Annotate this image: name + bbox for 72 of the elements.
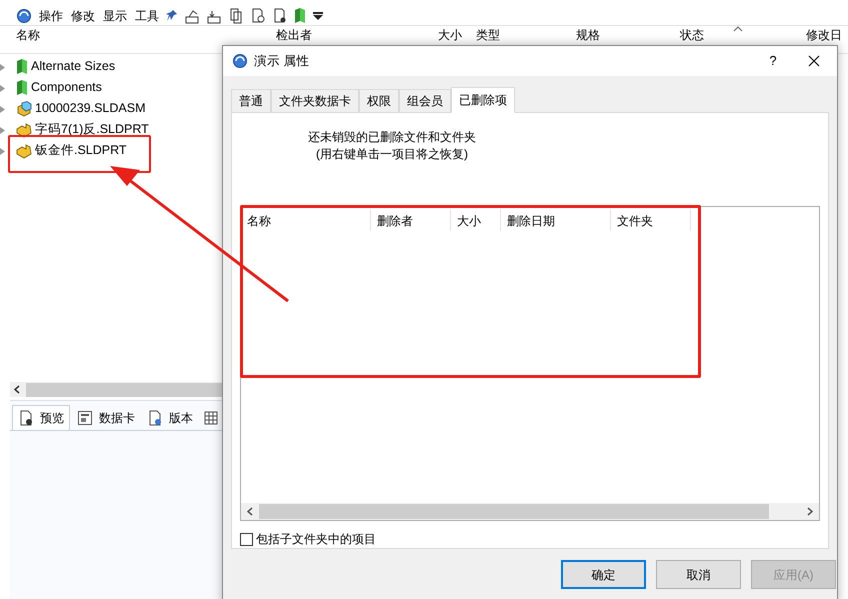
folder-icon <box>16 59 28 74</box>
info-text: (用右键单击一项目将之恢复) <box>316 146 468 163</box>
info-text: 还未销毁的已删除文件和文件夹 <box>308 129 476 146</box>
scroll-left-icon[interactable] <box>14 385 20 394</box>
dialog-tab[interactable]: 文件夹数据卡 <box>271 89 359 112</box>
dialog-tab[interactable]: 组会员 <box>399 89 451 112</box>
panel-tab[interactable]: 数据卡 <box>72 405 140 430</box>
file-row[interactable]: 钣金件.SLDPRT <box>16 140 149 161</box>
menu-item[interactable]: 修改 <box>70 6 96 24</box>
file-name: 10000239.SLDASM <box>35 100 146 118</box>
folder-icon <box>16 80 28 95</box>
checkbox[interactable] <box>240 532 253 546</box>
column-header[interactable]: 状态 <box>680 28 704 42</box>
file-name: Components <box>31 79 102 96</box>
column-header[interactable]: 类型 <box>476 28 500 42</box>
expand-arrow-icon[interactable] <box>0 85 5 92</box>
dialog-button[interactable]: 确定 <box>561 560 646 589</box>
document-clock-icon[interactable] <box>250 8 266 24</box>
assembly-icon <box>16 100 32 116</box>
checkbox-label: 包括子文件夹中的项目 <box>256 531 376 548</box>
file-row[interactable]: 字码7(1)反.SLDPRT <box>16 119 149 140</box>
dialog-tab[interactable]: 普通 <box>231 89 271 112</box>
expand-arrow-icon[interactable] <box>0 148 5 155</box>
file-row[interactable]: 10000239.SLDASM <box>16 98 149 119</box>
file-name: 字码7(1)反.SLDPRT <box>35 121 149 138</box>
folder-icon[interactable] <box>294 8 306 23</box>
part-icon <box>16 142 32 158</box>
menu-item[interactable]: 操作 <box>38 6 64 24</box>
help-button[interactable]: ? <box>755 51 791 71</box>
panel-tab[interactable]: 预览 <box>12 405 70 430</box>
column-header[interactable]: 名称 <box>16 28 40 42</box>
dialog-tab[interactable]: 权限 <box>359 89 399 112</box>
menu-item[interactable]: 显示 <box>102 6 128 24</box>
column-header[interactable]: 大小 <box>372 28 462 42</box>
close-icon <box>808 55 820 67</box>
panel-tab[interactable]: 版本 <box>142 405 198 430</box>
table-icon[interactable] <box>204 411 218 425</box>
document-eye-icon[interactable] <box>272 8 288 24</box>
column-header[interactable]: 修改日 <box>806 28 842 42</box>
scrollbar-thumb[interactable] <box>26 382 225 396</box>
scroll-left-icon[interactable] <box>247 507 253 516</box>
column-header[interactable]: 检出者 <box>276 28 312 42</box>
menu-item[interactable]: 工具 <box>134 6 160 24</box>
document-clock-icon <box>147 410 163 426</box>
document-eye-icon <box>18 410 34 426</box>
scrollbar-thumb[interactable] <box>259 504 769 519</box>
file-row[interactable]: Alternate Sizes <box>16 56 149 77</box>
app-logo-icon <box>232 53 248 69</box>
sort-caret-icon <box>733 26 743 32</box>
dialog-title: 演示 属性 <box>254 52 310 70</box>
dialog-tab[interactable]: 已删除项 <box>451 87 515 113</box>
column-header[interactable]: 删除日期 <box>501 209 611 231</box>
scroll-right-icon[interactable] <box>807 507 813 516</box>
column-header[interactable]: 删除者 <box>371 209 451 231</box>
file-name: 钣金件.SLDPRT <box>35 142 127 160</box>
check-out-icon[interactable] <box>184 8 200 24</box>
file-name: Alternate Sizes <box>31 58 116 76</box>
card-icon <box>77 410 93 426</box>
file-row[interactable]: Components <box>16 77 149 98</box>
expand-arrow-icon[interactable] <box>0 106 5 113</box>
pin-icon[interactable] <box>166 8 178 22</box>
column-header[interactable]: 大小 <box>451 209 501 231</box>
document-copy-icon[interactable] <box>228 8 244 24</box>
refresh-icon[interactable] <box>16 8 32 24</box>
part-icon <box>16 122 32 138</box>
dropdown-icon[interactable] <box>312 10 324 20</box>
column-header[interactable]: 文件夹 <box>611 209 691 231</box>
dialog-button[interactable]: 取消 <box>656 560 741 589</box>
column-header[interactable]: 规格 <box>576 28 600 42</box>
expand-arrow-icon[interactable] <box>0 64 5 71</box>
expand-arrow-icon[interactable] <box>0 127 5 134</box>
column-header[interactable]: 名称 <box>241 209 371 231</box>
